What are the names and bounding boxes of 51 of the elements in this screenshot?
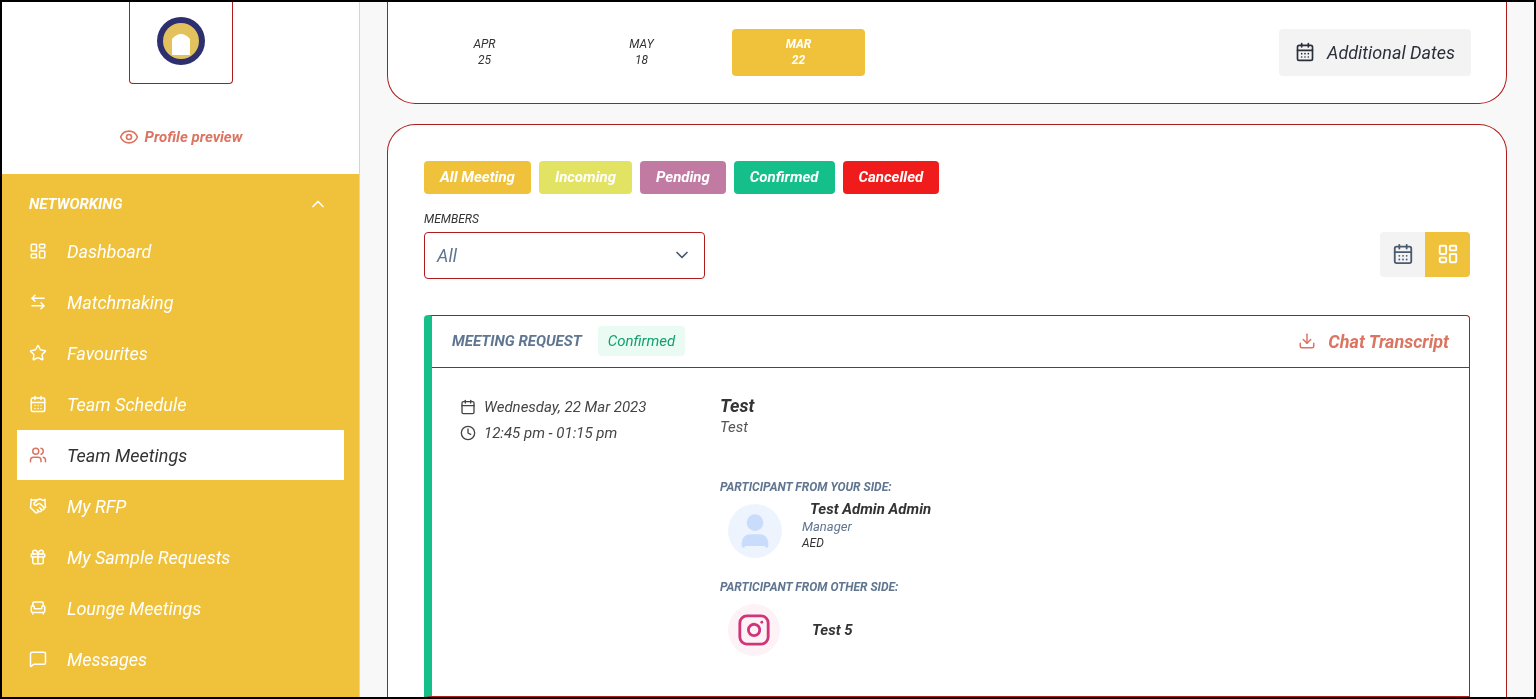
section-header[interactable]: NETWORKING	[17, 190, 344, 218]
sidebar-item[interactable]: Messages	[17, 634, 344, 684]
meeting-date: Wednesday, 22 Mar 2023	[484, 396, 647, 418]
gift-icon	[29, 548, 47, 566]
meeting-title: Test	[720, 395, 756, 416]
calendar-view-button[interactable]	[1380, 231, 1425, 277]
armchair-icon	[29, 599, 47, 617]
sidebar-item[interactable]: My Sample Requests	[17, 532, 344, 582]
sidebar-item[interactable]: Team Meetings	[17, 430, 344, 480]
profile-preview-link[interactable]: Profile preview	[118, 126, 243, 149]
filter-chip[interactable]: Confirmed	[733, 160, 835, 194]
filter-chip[interactable]: All Meeting	[424, 160, 531, 194]
camera-icon	[737, 613, 771, 647]
sidebar-item[interactable]: Lounge Meetings	[17, 583, 344, 633]
meeting-subtitle: Test	[720, 416, 749, 438]
star-icon	[29, 344, 47, 362]
status-badge: Confirmed	[597, 325, 686, 357]
members-dropdown[interactable]: All	[424, 231, 705, 279]
dashboard-icon	[29, 242, 47, 260]
members-label: MEMBERS	[424, 210, 480, 228]
calendar-icon	[1391, 243, 1414, 265]
arrows-icon	[29, 293, 47, 311]
sidebar-item[interactable]: Matchmaking	[17, 277, 344, 327]
participant-name: Test Admin Admin	[810, 499, 932, 519]
filter-chip[interactable]: Pending	[640, 160, 726, 194]
sidebar-item[interactable]: My RFP	[17, 481, 344, 531]
chat-icon	[29, 650, 47, 668]
chat-transcript-link[interactable]: Chat Transcript	[1298, 327, 1449, 355]
participant-role: Manager	[802, 519, 853, 535]
meeting-time: 12:45 pm - 01:15 pm	[484, 423, 618, 444]
section-heading: PARTICIPANT FROM YOUR SIDE:	[720, 479, 893, 496]
filter-chip[interactable]: Cancelled	[842, 160, 940, 194]
sidebar-item[interactable]: Dashboard	[17, 226, 344, 276]
calendar-icon	[460, 398, 476, 415]
filter-chip[interactable]: Incoming	[538, 160, 632, 194]
calendar-icon	[29, 395, 47, 413]
clock-icon	[460, 425, 476, 442]
section-heading: PARTICIPANT FROM OTHER SIDE:	[720, 579, 900, 596]
date-tab[interactable]: MAY 18	[575, 28, 708, 76]
sidebar-item[interactable]: Team Schedule	[17, 379, 344, 429]
people-icon	[29, 446, 47, 464]
additional-dates-button[interactable]: Additional Dates	[1279, 28, 1471, 76]
sidebar-item[interactable]: Favourites	[17, 328, 344, 378]
handshake-icon	[29, 497, 47, 515]
date-tab[interactable]: MAR 22	[732, 28, 865, 76]
download-icon	[1298, 332, 1317, 350]
participant-company: AED	[802, 535, 825, 551]
participant-name: Test 5	[812, 619, 853, 641]
meeting-type: MEETING REQUEST	[452, 330, 582, 352]
calendar-icon	[1295, 42, 1315, 63]
date-tab[interactable]: APR 25	[418, 28, 551, 76]
